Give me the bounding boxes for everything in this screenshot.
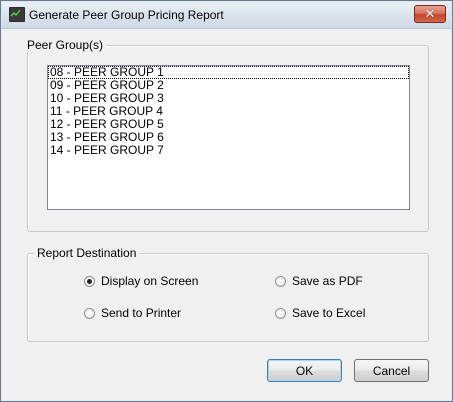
- report-destination-legend: Report Destination: [34, 246, 140, 260]
- send-to-printer-radio-indicator[interactable]: [84, 307, 95, 319]
- display-on-screen-radio[interactable]: Display on Screen: [84, 274, 198, 288]
- close-icon: ✕: [424, 6, 436, 21]
- peer-groups-legend: Peer Group(s): [24, 38, 107, 52]
- report-destination-groupbox: Report Destination: [27, 246, 429, 342]
- save-to-excel-label: Save to Excel: [292, 306, 366, 320]
- app-icon: [9, 7, 25, 22]
- close-button[interactable]: ✕: [414, 5, 446, 23]
- send-to-printer-radio[interactable]: Send to Printer: [84, 306, 181, 320]
- save-to-excel-radio[interactable]: Save to Excel: [275, 306, 365, 320]
- send-to-printer-label: Send to Printer: [101, 306, 182, 320]
- ok-button[interactable]: OK: [267, 359, 342, 382]
- display-on-screen-radio-indicator[interactable]: [84, 275, 95, 287]
- title-bar[interactable]: Generate Peer Group Pricing Report ✕: [2, 2, 451, 29]
- save-as-pdf-label: Save as PDF: [292, 274, 363, 288]
- cancel-button[interactable]: Cancel: [354, 359, 429, 382]
- peer-group-listbox[interactable]: 08 - PEER GROUP 1 09 - PEER GROUP 2 10 - P…: [47, 65, 410, 210]
- display-on-screen-label: Display on Screen: [101, 274, 199, 288]
- window-title: Generate Peer Group Pricing Report: [29, 8, 224, 22]
- peer-group-list-item[interactable]: 14 - PEER GROUP 7: [48, 144, 409, 157]
- save-to-excel-radio-indicator[interactable]: [275, 307, 286, 319]
- dialog-window: Generate Peer Group Pricing Report ✕ Pee…: [0, 0, 453, 402]
- save-as-pdf-radio-indicator[interactable]: [275, 275, 286, 287]
- save-as-pdf-radio[interactable]: Save as PDF: [275, 274, 363, 288]
